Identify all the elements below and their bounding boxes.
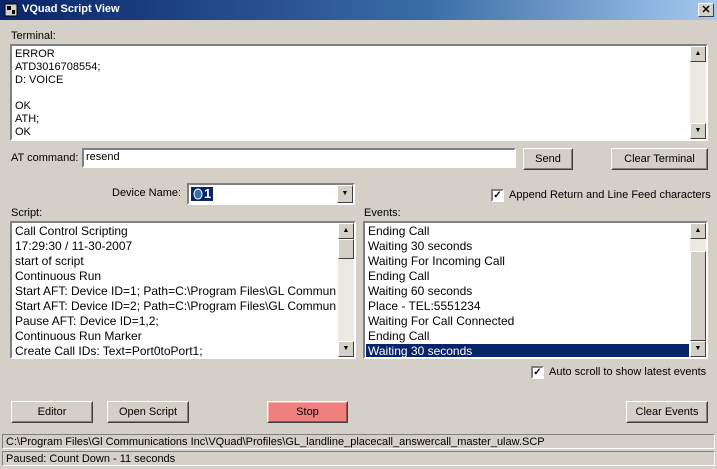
app-icon (4, 3, 18, 17)
event-line[interactable]: Waiting For Call Connected (366, 314, 689, 329)
terminal-line: ATH; (15, 113, 40, 125)
clear-terminal-button[interactable]: Clear Terminal (611, 148, 708, 170)
script-line[interactable]: Call Control Scripting (13, 224, 337, 239)
close-icon: ✕ (701, 4, 711, 16)
scroll-down-icon[interactable]: ▼ (338, 341, 354, 357)
editor-button-label: Editor (37, 406, 67, 418)
event-line[interactable]: Waiting 30 seconds (366, 344, 689, 357)
script-scrollbar[interactable]: ▲ ▼ (338, 223, 354, 357)
device-name-select[interactable]: 1 ▼ (187, 183, 355, 205)
check-icon: ✓ (533, 367, 542, 378)
at-command-label: AT command: (11, 152, 79, 164)
terminal-scrollbar[interactable]: ▲ ▼ (690, 46, 706, 139)
append-crlf-label: Append Return and Line Feed characters (509, 189, 711, 201)
events-scrollbar[interactable]: ▲ ▼ (690, 223, 706, 357)
stop-button[interactable]: Stop (267, 401, 348, 423)
device-icon (193, 188, 203, 200)
event-line[interactable]: Ending Call (366, 224, 689, 239)
script-line[interactable]: Continuous Run Marker (13, 329, 337, 344)
script-line[interactable]: Continuous Run (13, 269, 337, 284)
send-button[interactable]: Send (523, 148, 573, 170)
clear-terminal-label: Clear Terminal (624, 153, 695, 165)
scroll-up-icon[interactable]: ▲ (690, 223, 706, 239)
script-path-status: C:\Program Files\Gl Communications Inc\V… (2, 434, 715, 449)
event-line[interactable]: Place - TEL:5551234 (366, 299, 689, 314)
terminal-line: ERROR (15, 48, 55, 60)
script-line[interactable]: Start AFT: Device ID=2; Path=C:\Program … (13, 299, 337, 314)
chevron-down-icon[interactable]: ▼ (337, 185, 353, 203)
auto-scroll-checkbox[interactable]: ✓ (531, 366, 544, 379)
event-line[interactable]: Waiting 60 seconds (366, 284, 689, 299)
editor-button[interactable]: Editor (11, 401, 93, 423)
events-list[interactable]: Ending Call Waiting 30 seconds Waiting For… (363, 221, 708, 359)
title-bar[interactable]: VQuad Script View ✕ (0, 0, 717, 20)
stop-button-label: Stop (296, 406, 319, 418)
terminal-line: ATD3016708554; (15, 61, 101, 73)
run-state-status: Paused: Count Down - 11 seconds (2, 451, 715, 466)
event-line[interactable]: Waiting For Incoming Call (366, 254, 689, 269)
script-line[interactable]: 17:29:30 / 11-30-2007 (13, 239, 337, 254)
event-line[interactable]: Ending Call (366, 329, 689, 344)
terminal-line: OK (15, 126, 31, 138)
terminal-text: ERROR ATD3016708554; D: VOICE OK ATH; OK (15, 48, 100, 139)
scroll-up-icon[interactable]: ▲ (338, 223, 354, 239)
script-label: Script: (11, 207, 43, 219)
terminal-line: OK (15, 100, 31, 112)
clear-events-button[interactable]: Clear Events (626, 401, 708, 423)
check-icon: ✓ (493, 190, 502, 201)
events-label: Events: (364, 207, 401, 219)
at-command-value: resend (86, 151, 120, 163)
script-line[interactable]: Pause AFT: Device ID=1,2; (13, 314, 337, 329)
terminal-label: Terminal: (11, 30, 56, 42)
append-crlf-checkbox[interactable]: ✓ (491, 189, 504, 202)
scroll-thumb[interactable] (690, 251, 706, 341)
event-items: Ending Call Waiting 30 seconds Waiting For… (366, 224, 689, 357)
clear-events-button-label: Clear Events (635, 406, 699, 418)
terminal-line: D: VOICE (15, 74, 64, 86)
send-button-label: Send (535, 153, 561, 165)
scroll-down-icon[interactable]: ▼ (690, 123, 706, 139)
script-line[interactable]: start of script (13, 254, 337, 269)
script-line[interactable]: Create Call IDs: Text=Port0toPort1; (13, 344, 337, 357)
scroll-up-icon[interactable]: ▲ (690, 46, 706, 62)
open-script-button[interactable]: Open Script (107, 401, 189, 423)
event-line[interactable]: Waiting 30 seconds (366, 239, 689, 254)
event-line[interactable]: Ending Call (366, 269, 689, 284)
scroll-down-icon[interactable]: ▼ (690, 341, 706, 357)
script-line[interactable]: Start AFT: Device ID=1; Path=C:\Program … (13, 284, 337, 299)
terminal-output[interactable]: ERROR ATD3016708554; D: VOICE OK ATH; OK ▲ ▼ (10, 44, 708, 141)
script-items: Call Control Scripting 17:29:30 / 11-30-2… (13, 224, 337, 357)
open-script-button-label: Open Script (118, 406, 178, 418)
at-command-input[interactable]: resend (82, 148, 516, 168)
device-name-label: Device Name: (112, 187, 182, 199)
close-button[interactable]: ✕ (698, 3, 714, 17)
device-name-value: 1 (204, 186, 212, 201)
window-title: VQuad Script View (22, 3, 120, 15)
auto-scroll-label: Auto scroll to show latest events (549, 366, 707, 378)
script-list[interactable]: Call Control Scripting 17:29:30 / 11-30-2… (10, 221, 356, 359)
scroll-thumb[interactable] (338, 239, 354, 259)
